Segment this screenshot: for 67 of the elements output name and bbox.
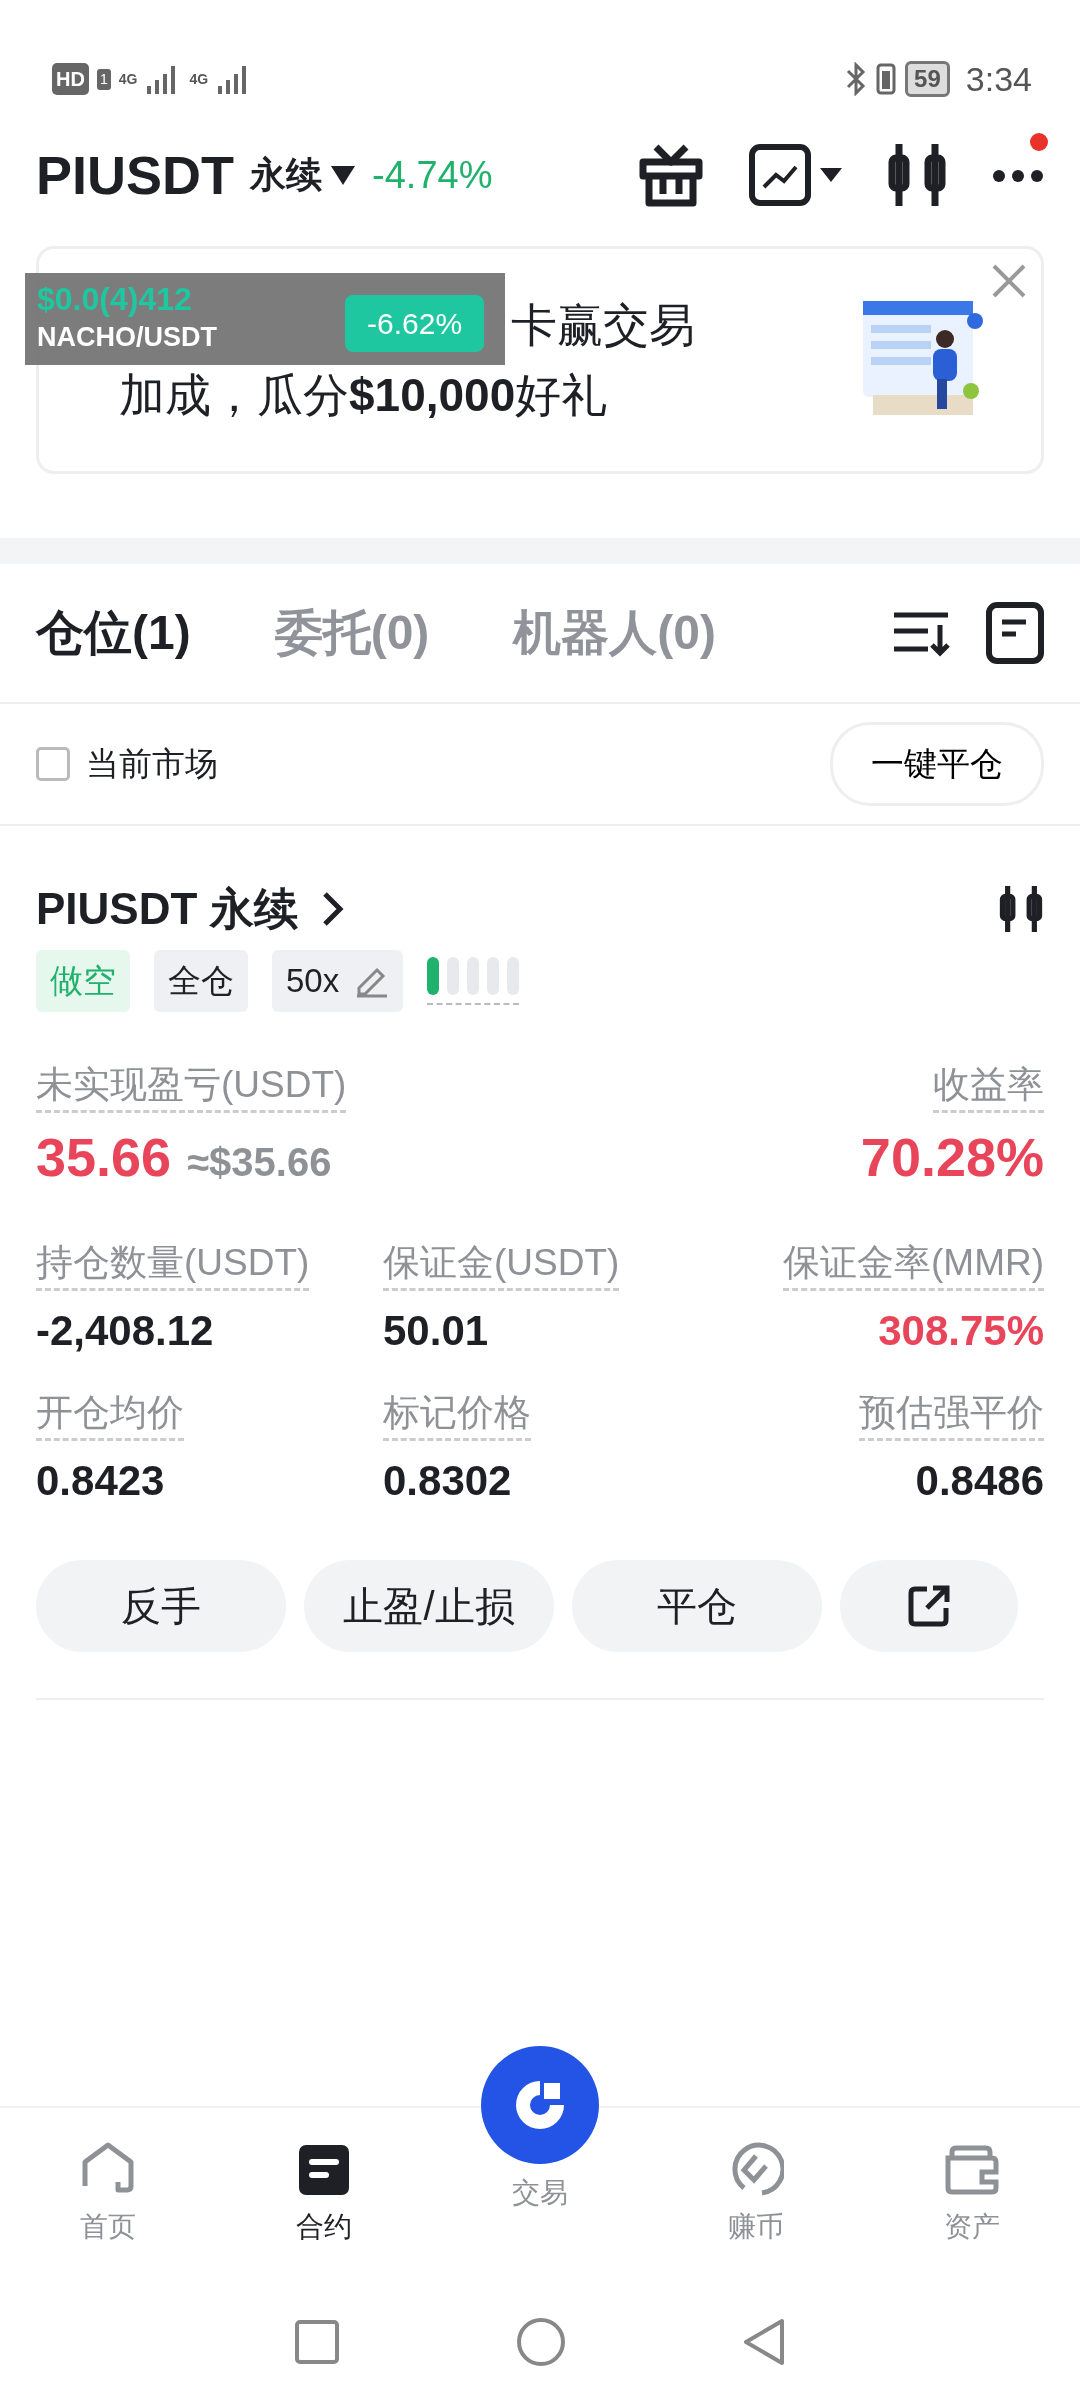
document-icon[interactable]	[986, 602, 1044, 664]
contract-type-label: 永续	[250, 153, 323, 197]
chart-icon	[748, 143, 812, 207]
stat-label: 保证金率(MMR)	[783, 1237, 1044, 1291]
nav-label: 首页	[80, 2210, 136, 2244]
stat-value: 308.75%	[877, 1305, 1044, 1356]
nav-label: 合约	[296, 2210, 352, 2244]
nav-label: 资产	[944, 2210, 1000, 2244]
back-icon[interactable]	[742, 2318, 786, 2366]
battery-level: 59	[905, 61, 950, 97]
close-icon[interactable]	[991, 263, 1027, 299]
sim-badge: 1	[96, 68, 111, 90]
margin-mode-tag: 全仓	[154, 950, 248, 1012]
network-label: 4G	[189, 69, 209, 89]
more-icon[interactable]	[992, 167, 1044, 184]
nav-label: 交易	[512, 2176, 568, 2210]
stat-value: 0.8486	[914, 1455, 1044, 1506]
stat-label: 保证金(USDT)	[383, 1237, 620, 1291]
leverage-label: 50x	[286, 961, 340, 1001]
contract-type-dropdown[interactable]: 永续	[250, 148, 357, 202]
pnl-value: 35.66	[36, 1125, 172, 1189]
chevron-right-icon	[321, 891, 344, 927]
stat-value: 50.01	[383, 1305, 490, 1356]
stat-label: 开仓均价	[36, 1387, 184, 1441]
stat-label: 收益率	[933, 1059, 1044, 1113]
stat-label: 标记价格	[383, 1387, 531, 1441]
recent-apps-icon[interactable]	[294, 2319, 340, 2365]
action-button[interactable]: 止盈/止损	[304, 1559, 554, 1652]
stat-label: 未实现盈亏(USDT)	[36, 1059, 347, 1113]
network-label: 4G	[118, 69, 138, 89]
vibrate-icon	[875, 62, 898, 96]
market-filter-checkbox[interactable]: 当前市场	[36, 739, 218, 789]
position-title-link[interactable]: PIUSDT 永续	[36, 876, 344, 942]
pnl-usd-value: ≈$35.66	[187, 1138, 332, 1186]
action-button[interactable]: 反手	[36, 1559, 286, 1652]
symbol-title: PIUSDT	[36, 143, 235, 207]
action-button[interactable]: 平仓	[572, 1559, 822, 1652]
widget-change-badge: -6.62%	[345, 295, 485, 352]
home-button-icon[interactable]	[516, 2317, 566, 2367]
stat-label: 预估强平价	[859, 1387, 1044, 1441]
side-tag: 做空	[36, 950, 130, 1012]
contract-nav-item[interactable]: 合约	[216, 2108, 432, 2296]
hd-badge: HD	[52, 63, 89, 95]
stat-label: 持仓数量(USDT)	[36, 1237, 310, 1291]
clock: 3:34	[965, 58, 1032, 100]
candlestick-icon[interactable]	[998, 884, 1044, 934]
bluetooth-icon	[845, 62, 868, 96]
banner-text: 加成，瓜分$10,000好礼	[119, 368, 609, 423]
price-change: -4.74%	[372, 152, 493, 198]
document-icon	[296, 2142, 352, 2198]
stat-value: 0.8423	[36, 1455, 166, 1506]
roe-value: 70.28%	[860, 1125, 1044, 1189]
caret-icon	[330, 164, 357, 186]
leverage-tag[interactable]: 50x	[272, 950, 404, 1012]
caret-icon	[820, 167, 842, 183]
candlestick-icon[interactable]	[886, 142, 948, 208]
widget-price: $0.0(4)412	[37, 280, 192, 319]
stat-value: -2,408.12	[36, 1305, 215, 1356]
gift-icon[interactable]	[638, 142, 704, 208]
close-all-button[interactable]: 一键平仓	[830, 722, 1044, 806]
stat-value: 0.8302	[383, 1455, 513, 1506]
share-icon	[907, 1583, 951, 1628]
widget-pair: NACHO/USDT	[37, 321, 217, 354]
nav-label: 赚币	[728, 2210, 784, 2244]
tab[interactable]: 仓位(1)	[36, 597, 191, 669]
banner-text: 卡赢交易	[511, 298, 696, 353]
chart-type-button[interactable]	[748, 143, 842, 207]
